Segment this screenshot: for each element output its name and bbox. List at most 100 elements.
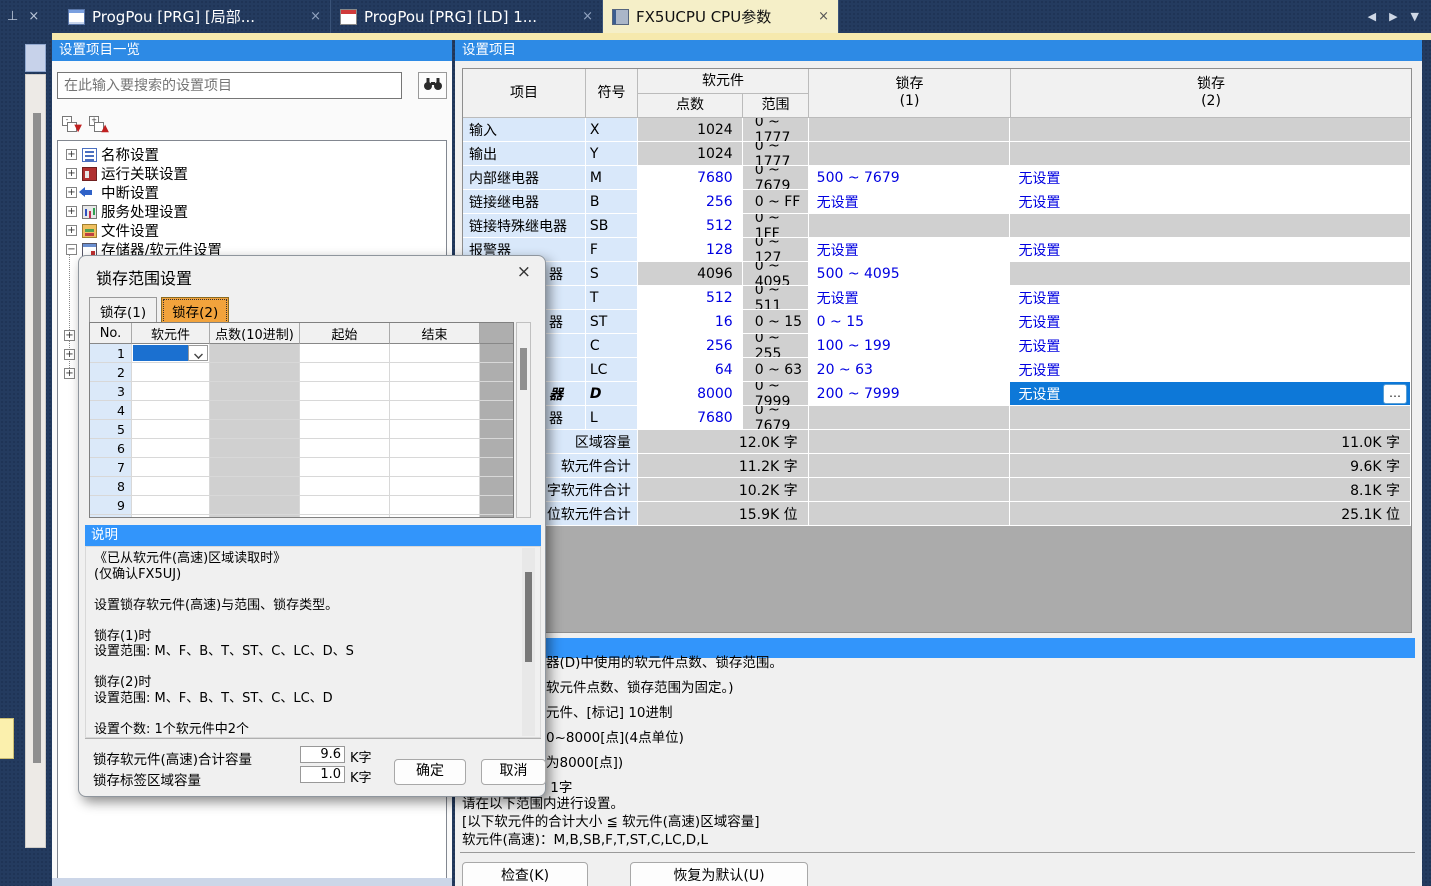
grid-device-cell[interactable] (132, 363, 210, 382)
grid-end-cell[interactable] (390, 382, 480, 401)
device-points-cell[interactable]: 16 (638, 310, 743, 334)
search-button[interactable] (418, 72, 447, 99)
grid-start-cell[interactable] (300, 477, 390, 496)
collapse-node-icon[interactable]: − (66, 244, 77, 255)
device-points-cell[interactable]: 8000 (638, 382, 743, 406)
grid-end-cell[interactable] (390, 344, 480, 363)
device-points-cell[interactable]: 128 (638, 238, 743, 262)
device-points-cell[interactable]: 512 (638, 286, 743, 310)
tab-close-icon[interactable]: × (310, 9, 321, 24)
latch1-cell[interactable]: 无设置 (809, 286, 1011, 310)
latch2-cell[interactable]: 无设置 (1010, 238, 1411, 262)
grid-device-cell[interactable] (132, 382, 210, 401)
latch1-cell[interactable]: 100 ~ 199 (809, 334, 1011, 358)
grid-end-cell[interactable] (390, 515, 480, 518)
collapsed-panel-tab[interactable] (0, 718, 14, 759)
grid-device-cell[interactable] (132, 344, 210, 363)
dock-scroll-thumb[interactable] (33, 113, 41, 763)
latch1-cell[interactable]: 0 ~ 15 (809, 310, 1011, 334)
grid-start-cell[interactable] (300, 344, 390, 363)
dialog-close-icon[interactable]: × (517, 262, 531, 282)
grid-device-cell[interactable] (132, 420, 210, 439)
sidebar-item-setting[interactable]: +中断设置 (58, 183, 446, 202)
grid-end-cell[interactable] (390, 458, 480, 477)
device-points-cell[interactable]: 256 (638, 190, 743, 214)
expand-node-icon[interactable]: + (64, 330, 75, 341)
document-tab[interactable]: FX5UCPU CPU参数× (603, 0, 839, 33)
latch2-cell[interactable]: 无设置 (1010, 358, 1411, 382)
latch1-cell[interactable]: 20 ~ 63 (809, 358, 1011, 382)
grid-device-cell[interactable] (132, 401, 210, 420)
tab-scroll-left-icon[interactable]: ◀ (1368, 10, 1376, 23)
latch1-cell[interactable]: 500 ~ 4095 (809, 262, 1011, 286)
tab-close-icon[interactable]: × (818, 9, 829, 24)
grid-start-cell[interactable] (300, 363, 390, 382)
device-points-cell[interactable]: 7680 (638, 406, 743, 430)
document-tab[interactable]: ProgPou [PRG] [局部...× (59, 0, 331, 33)
latch2-cell[interactable]: 无设置 (1010, 166, 1411, 190)
ok-button[interactable]: 确定 (394, 759, 466, 785)
cancel-button[interactable]: 取消 (481, 759, 546, 785)
latch2-cell[interactable]: 无设置… (1010, 382, 1411, 406)
grid-start-cell[interactable] (300, 515, 390, 518)
grid-scrollbar[interactable] (516, 322, 531, 518)
latch2-cell[interactable]: 无设置 (1010, 286, 1411, 310)
latch1-cell[interactable]: 500 ~ 7679 (809, 166, 1011, 190)
grid-end-cell[interactable] (390, 363, 480, 382)
grid-start-cell[interactable] (300, 382, 390, 401)
dropdown-arrow-icon[interactable] (188, 345, 208, 361)
expand-node-icon[interactable]: + (66, 225, 77, 236)
grid-device-cell[interactable] (132, 496, 210, 515)
close-icon[interactable]: × (28, 9, 39, 24)
sidebar-item-setting[interactable]: +服务处理设置 (58, 202, 446, 221)
grid-end-cell[interactable] (390, 401, 480, 420)
latch-tab-2[interactable]: 锁存(2) (161, 297, 229, 325)
grid-end-cell[interactable] (390, 420, 480, 439)
grid-start-cell[interactable] (300, 496, 390, 515)
device-points-cell[interactable]: 256 (638, 334, 743, 358)
grid-device-cell[interactable] (132, 515, 210, 518)
latch1-cell[interactable]: 无设置 (809, 238, 1011, 262)
restore-default-button[interactable]: 恢复为默认(U) (630, 862, 808, 886)
expand-node-icon[interactable]: + (66, 168, 77, 179)
grid-start-cell[interactable] (300, 401, 390, 420)
description-scrollbar[interactable] (522, 548, 535, 736)
latch2-cell[interactable]: 无设置 (1010, 334, 1411, 358)
expand-node-icon[interactable]: + (66, 206, 77, 217)
grid-start-cell[interactable] (300, 420, 390, 439)
grid-start-cell[interactable] (300, 458, 390, 477)
device-points-cell[interactable]: 512 (638, 214, 743, 238)
tab-scroll-right-icon[interactable]: ▶ (1389, 10, 1397, 23)
grid-end-cell[interactable] (390, 477, 480, 496)
grid-scroll-thumb[interactable] (520, 348, 527, 390)
tab-close-icon[interactable]: × (582, 9, 593, 24)
latch1-cell[interactable]: 200 ~ 7999 (809, 382, 1011, 406)
sidebar-item-setting[interactable]: +名称设置 (58, 145, 446, 164)
latch2-cell[interactable]: 无设置 (1010, 310, 1411, 334)
grid-device-cell[interactable] (132, 458, 210, 477)
sidebar-item-setting[interactable]: +运行关联设置 (58, 164, 446, 183)
latch2-cell[interactable]: 无设置 (1010, 190, 1411, 214)
search-input[interactable] (57, 72, 402, 99)
tab-list-dropdown-icon[interactable]: ▼ (1411, 10, 1419, 23)
docked-panel-button[interactable] (25, 44, 46, 72)
expand-node-icon[interactable]: + (64, 349, 75, 360)
device-points-cell[interactable]: 64 (638, 358, 743, 382)
latch1-cell[interactable]: 无设置 (809, 190, 1011, 214)
expand-node-icon[interactable]: + (66, 149, 77, 160)
latch-tab-1[interactable]: 锁存(1) (89, 297, 157, 325)
check-button[interactable]: 检查(K) (462, 862, 588, 886)
document-tab[interactable]: ProgPou [PRG] [LD] 1...× (331, 0, 603, 33)
expand-node-icon[interactable]: + (66, 187, 77, 198)
expand-all-icon[interactable]: +▲ (89, 116, 108, 132)
device-points-cell[interactable]: 7680 (638, 166, 743, 190)
grid-device-cell[interactable] (132, 439, 210, 458)
grid-start-cell[interactable] (300, 439, 390, 458)
more-options-button[interactable]: … (1383, 384, 1407, 404)
expand-node-icon[interactable]: + (64, 368, 75, 379)
sidebar-item-setting[interactable]: +文件设置 (58, 221, 446, 240)
grid-end-cell[interactable] (390, 496, 480, 515)
description-scroll-thumb[interactable] (525, 572, 532, 662)
grid-device-cell[interactable] (132, 477, 210, 496)
collapse-all-icon[interactable]: -▼ (62, 116, 81, 132)
